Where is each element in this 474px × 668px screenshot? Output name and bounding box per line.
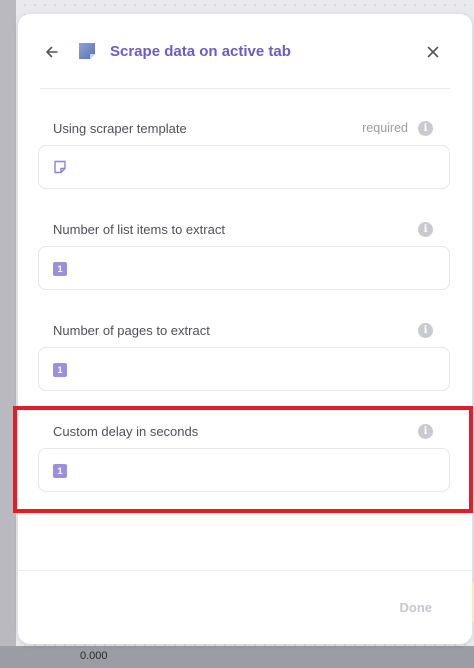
close-button[interactable] [422,41,444,63]
pages-input[interactable]: 1 [38,347,450,391]
scraper-template-input[interactable] [38,145,450,189]
info-icon[interactable]: i [418,121,433,136]
number-badge: 1 [53,363,67,377]
number-badge: 1 [53,262,67,276]
custom-delay-input[interactable]: 1 [38,448,450,492]
done-button[interactable]: Done [400,600,433,615]
field-list-items: Number of list items to extract i 1 [38,222,450,292]
panel-title: Scrape data on active tab [110,43,291,60]
bottom-canvas-strip: 0.000 [0,646,474,668]
field-label: Using scraper template [53,121,187,136]
arrow-left-icon [46,46,58,58]
field-label: Custom delay in seconds [53,424,199,439]
back-button[interactable] [40,40,64,64]
list-items-input[interactable]: 1 [38,246,450,290]
background-value: 0.000 [80,650,108,662]
header-divider [40,88,450,89]
field-pages: Number of pages to extract i 1 [38,323,450,393]
field-scraper-template: Using scraper template required i [38,121,450,191]
left-canvas-strip [0,0,16,668]
sticky-note-icon [54,160,66,174]
info-icon[interactable]: i [418,222,433,237]
panel-header: Scrape data on active tab [18,14,472,88]
field-custom-delay: Custom delay in seconds i 1 [38,424,450,494]
field-label: Number of list items to extract [53,222,225,237]
number-badge: 1 [53,464,67,478]
block-settings-panel: Scrape data on active tab Using scraper … [18,14,472,644]
info-icon[interactable]: i [418,424,433,439]
footer-divider [18,570,472,571]
info-icon[interactable]: i [418,323,433,338]
scraper-app-icon [76,40,98,62]
required-indicator: required [362,121,408,135]
field-label: Number of pages to extract [53,323,210,338]
close-icon [427,46,439,58]
